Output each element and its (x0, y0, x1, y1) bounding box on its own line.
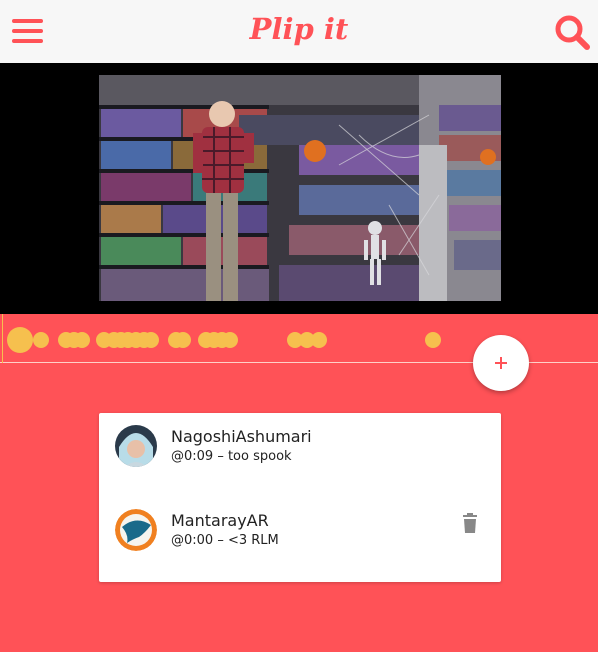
app-title: Plip it (249, 12, 349, 46)
timeline-marker[interactable] (175, 332, 191, 348)
top-app-bar: Plip it (0, 0, 598, 63)
trash-icon[interactable] (460, 513, 480, 535)
manta-ray-avatar[interactable] (115, 509, 157, 551)
video-frame[interactable] (99, 75, 501, 301)
comment-item[interactable]: NagoshiAshumari @0:09 – too spook (99, 425, 501, 485)
timeline-marker[interactable] (7, 327, 33, 353)
comment-text: @0:09 – too spook (171, 449, 292, 464)
add-comment-button[interactable] (473, 335, 529, 391)
video-player[interactable] (0, 63, 598, 314)
playhead[interactable] (2, 314, 3, 363)
comment-username[interactable]: NagoshiAshumari (171, 427, 312, 446)
search-icon[interactable] (554, 14, 592, 52)
comments-list: NagoshiAshumari @0:09 – too spook Mantar… (99, 413, 501, 582)
timeline-marker[interactable] (425, 332, 441, 348)
comment-username[interactable]: MantarayAR (171, 511, 269, 530)
timeline-marker[interactable] (74, 332, 90, 348)
timeline-marker[interactable] (33, 332, 49, 348)
comment-item[interactable]: MantarayAR @0:00 – <3 RLM (99, 509, 501, 569)
user-avatar[interactable] (115, 425, 157, 467)
timeline-marker[interactable] (311, 332, 327, 348)
comment-text: @0:00 – <3 RLM (171, 533, 279, 548)
timeline-marker[interactable] (143, 332, 159, 348)
timeline-marker[interactable] (222, 332, 238, 348)
